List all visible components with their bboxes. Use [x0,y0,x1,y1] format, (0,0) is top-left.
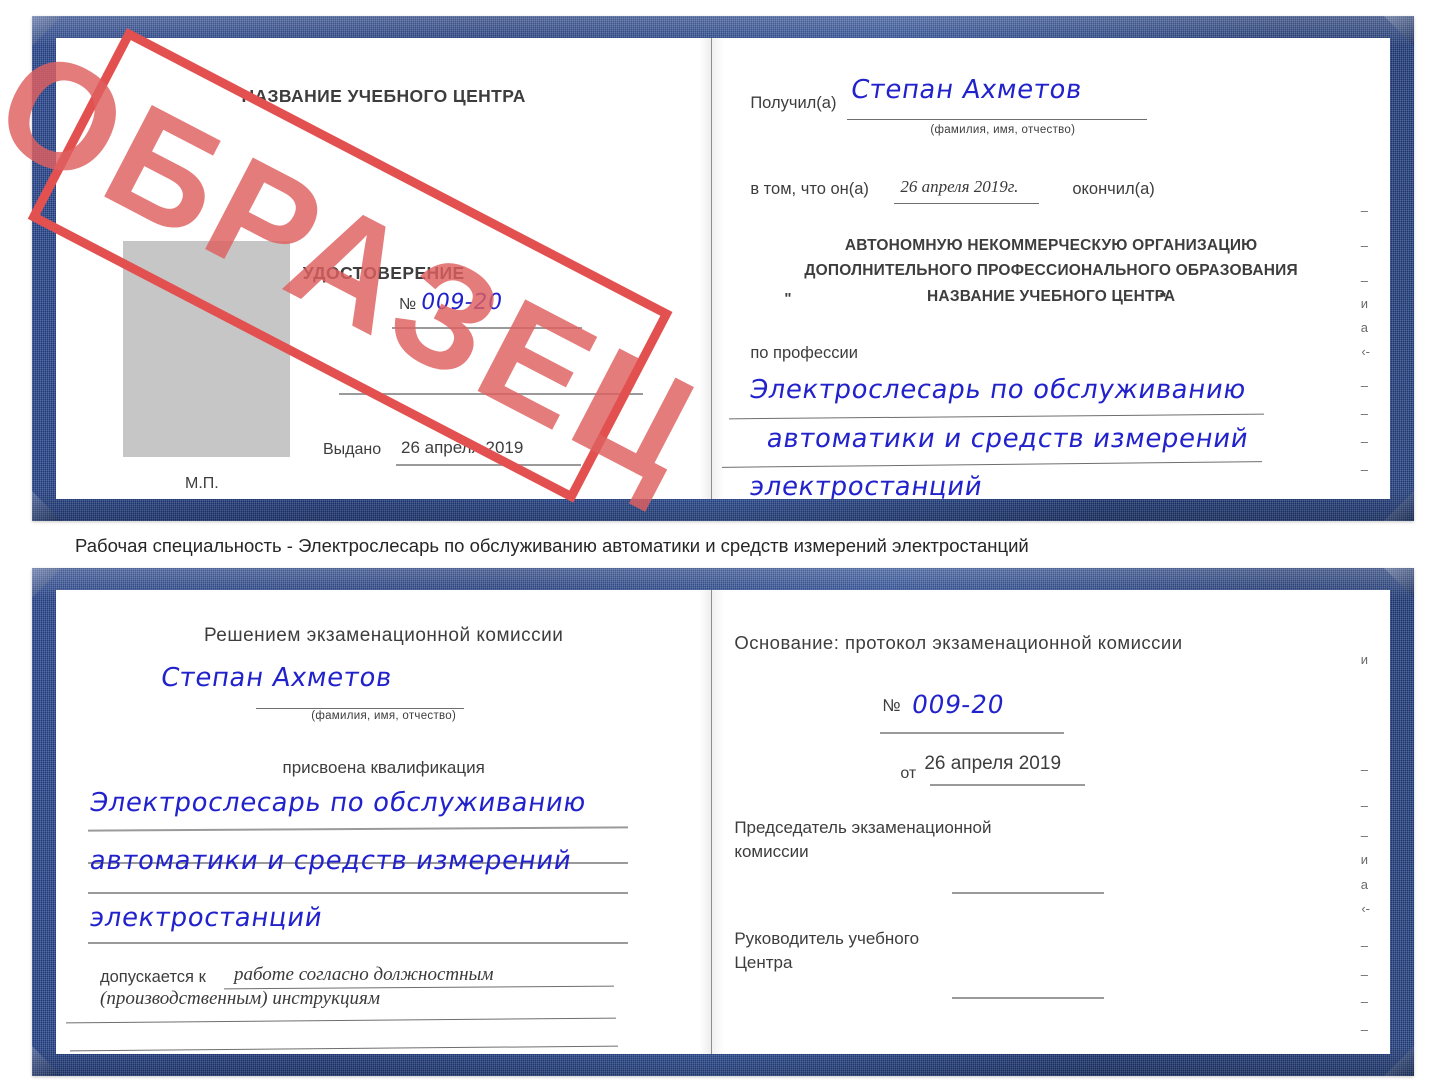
head-label-line-1: Руководитель учебного [734,929,920,948]
profession-line-2: автоматики и средств измерений [764,424,1252,454]
edge-fragment-4: и [1360,296,1368,311]
edge-fragment-7: – [1360,378,1368,393]
edge-fragment-b3: – [1360,798,1368,813]
holder-name-hint: (фамилия, имя, отчество) [311,710,457,722]
chairman-label-line-2: комиссии [734,842,809,861]
profession-rule-2 [722,461,1263,468]
profession-line-3: электростанций [747,472,986,499]
that-he-date-rule [894,203,1040,204]
certificate-bottom-pages: Решением экзаменационной комиссии Степан… [56,590,1390,1054]
organization-line-1: АВТОНОМНУЮ НЕКОММЕРЧЕСКУЮ ОРГАНИЗАЦИЮ [844,237,1258,254]
blank-rule-1 [339,393,643,395]
that-he-label: в том, что он(а) [750,180,869,198]
qualification-rule-4 [88,942,628,944]
profession-line-1: Электрослесарь по обслуживанию [747,375,1249,405]
protocol-number-label: № [882,696,901,715]
received-name-value: Степан Ахметов [848,75,1085,105]
document-title: УДОСТОВЕРЕНИЕ [302,263,465,283]
basis-label: Основание: протокол экзаменационной коми… [734,632,1183,653]
certificate-top-right-page: Получил(а) Степан Ахметов (фамилия, имя,… [712,38,1390,499]
head-label-line-2: Центра [734,953,793,972]
training-center-name-heading: НАЗВАНИЕ УЧЕБНОГО ЦЕНТРА [241,86,526,106]
edge-fragment-b2: – [1360,762,1368,777]
organization-line-2: ДОПОЛНИТЕЛЬНОГО ПРОФЕССИОНАЛЬНОГО ОБРАЗО… [804,262,1298,279]
edge-fragment-2: – [1360,238,1368,253]
edge-fragment-1: – [1360,203,1368,218]
protocol-number-rule [880,732,1065,734]
protocol-date-value: 26 апреля 2019 [924,753,1062,774]
edge-fragment-8: – [1360,406,1368,421]
qualification-rule-1 [88,826,628,832]
qualification-line-1: Электрослесарь по обслуживанию [87,788,589,818]
edge-fragment-b9: – [1360,967,1368,982]
chairman-signature-rule [952,892,1105,894]
allowed-to-label: допускается к [100,968,206,986]
certificate-number-value: 009-20 [419,290,505,315]
finished-label: окончил(а) [1072,180,1155,198]
holder-name-value: Степан Ахметов [158,663,395,693]
allowed-to-value-line-2: (производственным) инструкциям [100,988,380,1009]
edge-fragment-b11: – [1360,1022,1368,1037]
certificate-number-rule [392,327,582,329]
allowed-to-value-line-1: работе согласно должностным [234,964,494,985]
organization-line-3: НАЗВАНИЕ УЧЕБНОГО ЦЕНТРА [927,288,1176,305]
certificate-top-cover: НАЗВАНИЕ УЧЕБНОГО ЦЕНТРА УДОСТОВЕРЕНИЕ №… [0,14,1414,521]
holder-name-rule [256,708,464,709]
qualification-line-2: автоматики и средств измерений [87,846,574,876]
certificate-top-left-page: НАЗВАНИЕ УЧЕБНОГО ЦЕНТРА УДОСТОВЕРЕНИЕ №… [56,38,713,499]
organization-quote-open: " [784,290,792,307]
issued-value: 26 апреля 2019 [401,438,524,457]
certificate-bottom-cover: Решением экзаменационной комиссии Степан… [32,568,1414,1076]
organization-quote-close: " [1159,290,1167,307]
commission-decision-heading: Решением экзаменационной комиссии [203,625,564,646]
edge-fragment-5: а [1360,320,1368,335]
allowed-rule-3 [70,1045,618,1052]
issued-label: Выдано [323,441,382,458]
edge-fragment-b8: – [1360,938,1368,953]
qualification-line-3: электростанций [87,903,325,933]
edge-fragment-b7: ‹- [1361,901,1370,916]
received-name-rule [847,119,1148,120]
protocol-date-rule [930,784,1086,786]
certificate-bottom-left-page: Решением экзаменационной комиссии Степан… [56,590,713,1054]
profession-rule-1 [729,413,1265,420]
edge-fragment-10: – [1360,462,1368,477]
qualification-rule-3 [88,892,628,894]
allowed-rule-1 [224,985,614,990]
chairman-label-line-1: Председатель экзаменационной [734,818,992,837]
edge-fragment-9: – [1360,434,1368,449]
profession-label: по профессии [750,344,858,362]
certificate-bottom-right-page: Основание: протокол экзаменационной коми… [712,590,1390,1054]
image-caption: Рабочая специальность - Электрослесарь п… [75,535,1029,556]
certificate-top-pages: НАЗВАНИЕ УЧЕБНОГО ЦЕНТРА УДОСТОВЕРЕНИЕ №… [56,38,1390,499]
edge-fragment-3: – [1360,273,1368,288]
edge-fragment-b4: – [1360,828,1368,843]
received-label: Получил(а) [750,94,837,112]
edge-fragment-b6: а [1360,877,1368,892]
qualification-label: присвоена квалификация [282,758,485,777]
protocol-number-value: 009-20 [910,690,1007,719]
issued-rule [396,464,581,466]
photo-placeholder [123,241,290,457]
head-signature-rule [952,997,1105,999]
that-he-date-value: 26 апреля 2019г. [900,177,1019,196]
seal-place-label: М.П. [185,475,219,492]
allowed-rule-2 [66,1017,616,1024]
edge-fragment-b1: и [1360,652,1368,667]
edge-fragment-6: ‹- [1361,344,1370,359]
received-name-hint: (фамилия, имя, отчество) [930,124,1076,136]
edge-fragment-b10: – [1360,994,1368,1009]
protocol-date-label: от [900,765,917,782]
edge-fragment-b5: и [1360,852,1368,867]
certificate-number-label: № [399,296,417,313]
